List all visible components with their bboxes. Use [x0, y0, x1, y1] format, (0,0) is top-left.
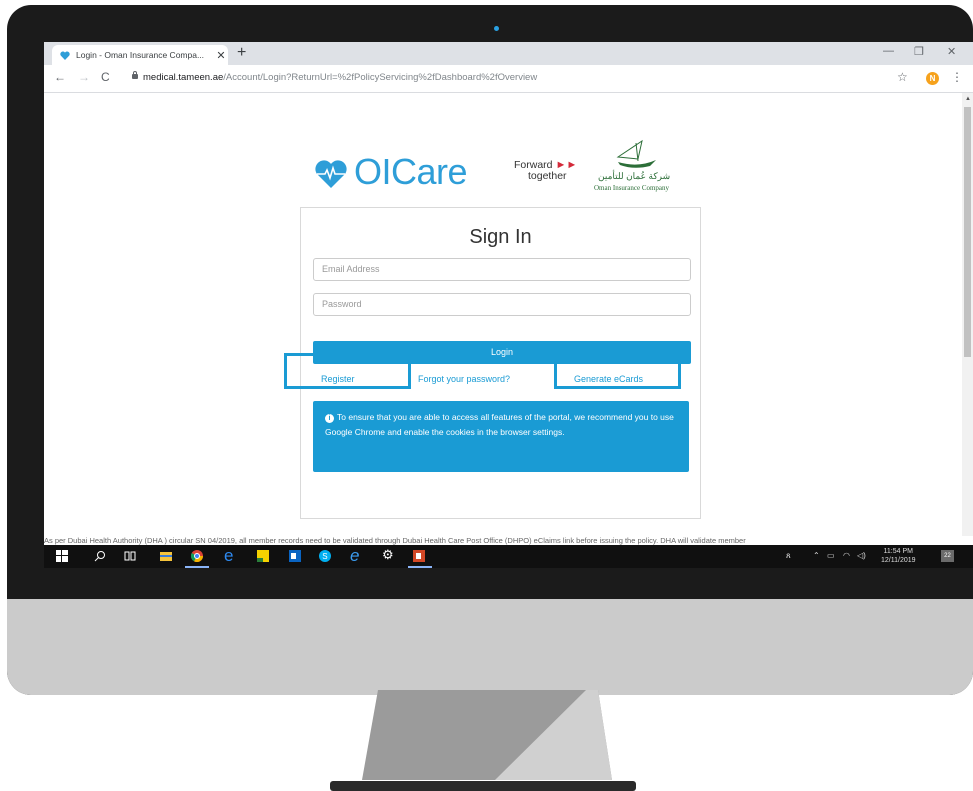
- minimize-button[interactable]: —: [883, 45, 894, 57]
- outlook-icon[interactable]: [289, 550, 301, 562]
- profile-avatar[interactable]: N: [926, 72, 939, 85]
- heart-favicon-icon: [60, 51, 70, 60]
- browser-notice-box: i To ensure that you are able to access a…: [313, 401, 689, 472]
- password-field[interactable]: Password: [313, 293, 691, 316]
- password-placeholder: Password: [322, 299, 362, 309]
- chrome-active-indicator: [185, 566, 209, 568]
- edge-icon[interactable]: e: [224, 546, 238, 565]
- windows-taskbar: e S e ⚙ ጸ ⌃ ▭ ◠ ◁) 11:54 PM 12/11/2019 2…: [44, 545, 973, 568]
- wifi-icon[interactable]: ◠: [843, 551, 850, 560]
- search-icon[interactable]: [94, 550, 106, 562]
- clock-date: 12/11/2019: [881, 557, 916, 564]
- scroll-up-arrow-icon[interactable]: ▲: [965, 96, 971, 102]
- browser-toolbar: ← → C medical.tameen.ae/Account/Login?Re…: [44, 65, 973, 93]
- info-icon: i: [325, 414, 334, 423]
- chrome-icon[interactable]: [191, 550, 203, 562]
- notice-text: To ensure that you are able to access al…: [325, 412, 674, 437]
- company-name-arabic: شركة عُمان للتأمين: [598, 171, 671, 181]
- tagline-together: together: [528, 170, 567, 182]
- battery-icon[interactable]: ▭: [827, 551, 835, 560]
- tab-strip: Login - Oman Insurance Compa... ✕ + — ❐ …: [44, 42, 973, 65]
- close-window-button[interactable]: ✕: [947, 45, 956, 58]
- back-arrow-icon[interactable]: ←: [54, 70, 66, 84]
- dha-footer-text: As per Dubai Health Authority (DHA ) cir…: [44, 536, 973, 545]
- skype-icon[interactable]: S: [319, 550, 331, 562]
- company-name-english: Oman Insurance Company: [594, 184, 670, 192]
- signin-title: Sign In: [469, 226, 532, 248]
- heartbeat-heart-icon: [315, 160, 347, 188]
- forward-arrow-icon[interactable]: →: [78, 70, 90, 84]
- maximize-button[interactable]: ❐: [914, 45, 924, 58]
- internet-explorer-icon[interactable]: e: [350, 546, 364, 565]
- url-host: medical.tameen.ae: [143, 72, 224, 83]
- menu-kebab-icon[interactable]: ⋮: [951, 70, 963, 84]
- url-path: /Account/Login?ReturnUrl=%2fPolicyServic…: [223, 72, 538, 83]
- page-scrollbar[interactable]: ▲ ▼: [962, 93, 973, 545]
- file-explorer-icon[interactable]: [160, 550, 172, 562]
- volume-icon[interactable]: ◁): [857, 551, 866, 560]
- new-tab-button[interactable]: +: [237, 44, 246, 62]
- webcam-dot: [494, 26, 499, 31]
- tab-title: Login - Oman Insurance Compa...: [76, 50, 205, 60]
- email-placeholder: Email Address: [322, 264, 380, 274]
- powerpoint-icon[interactable]: [413, 550, 425, 562]
- chevron-up-icon[interactable]: ⌃: [813, 551, 820, 560]
- reload-icon[interactable]: C: [101, 70, 110, 84]
- bookmark-star-icon[interactable]: ☆: [897, 70, 908, 84]
- forgot-password-link[interactable]: Forgot your password?: [418, 374, 510, 384]
- page-content: OICare Forward ►► together شركة عُمان لل…: [44, 93, 962, 545]
- monitor-chin: [7, 599, 973, 695]
- signin-card: Sign In Email Address Password Login Reg…: [284, 207, 701, 519]
- generate-ecards-link[interactable]: Generate eCards: [574, 374, 643, 384]
- taskbar-clock[interactable]: 11:54 PM 12/11/2019: [881, 547, 916, 565]
- sticky-notes-icon[interactable]: [257, 550, 269, 562]
- powerpoint-active-indicator: [408, 566, 432, 568]
- register-link[interactable]: Register: [321, 374, 355, 384]
- monitor-frame: Login - Oman Insurance Compa... ✕ + — ❐ …: [7, 5, 973, 695]
- forward-together-logo: Forward ►► together: [514, 160, 577, 182]
- notification-center-icon[interactable]: 22: [941, 550, 954, 562]
- address-bar[interactable]: medical.tameen.ae/Account/Login?ReturnUr…: [143, 72, 537, 83]
- windows-start-icon[interactable]: [56, 550, 68, 562]
- email-field[interactable]: Email Address: [313, 258, 691, 281]
- scrollbar-thumb[interactable]: [964, 107, 971, 357]
- screen: Login - Oman Insurance Compa... ✕ + — ❐ …: [44, 42, 973, 568]
- clock-time: 11:54 PM: [883, 548, 913, 555]
- svg-text:S: S: [322, 552, 327, 561]
- oicare-logo-text: OICare: [354, 151, 468, 192]
- settings-gear-icon[interactable]: ⚙: [382, 547, 394, 562]
- tab-close-icon[interactable]: ✕: [214, 49, 228, 62]
- people-icon[interactable]: ጸ: [786, 551, 791, 561]
- task-view-icon[interactable]: [124, 550, 136, 562]
- lock-icon: [132, 71, 138, 79]
- browser-tab[interactable]: Login - Oman Insurance Compa... ✕: [52, 45, 228, 65]
